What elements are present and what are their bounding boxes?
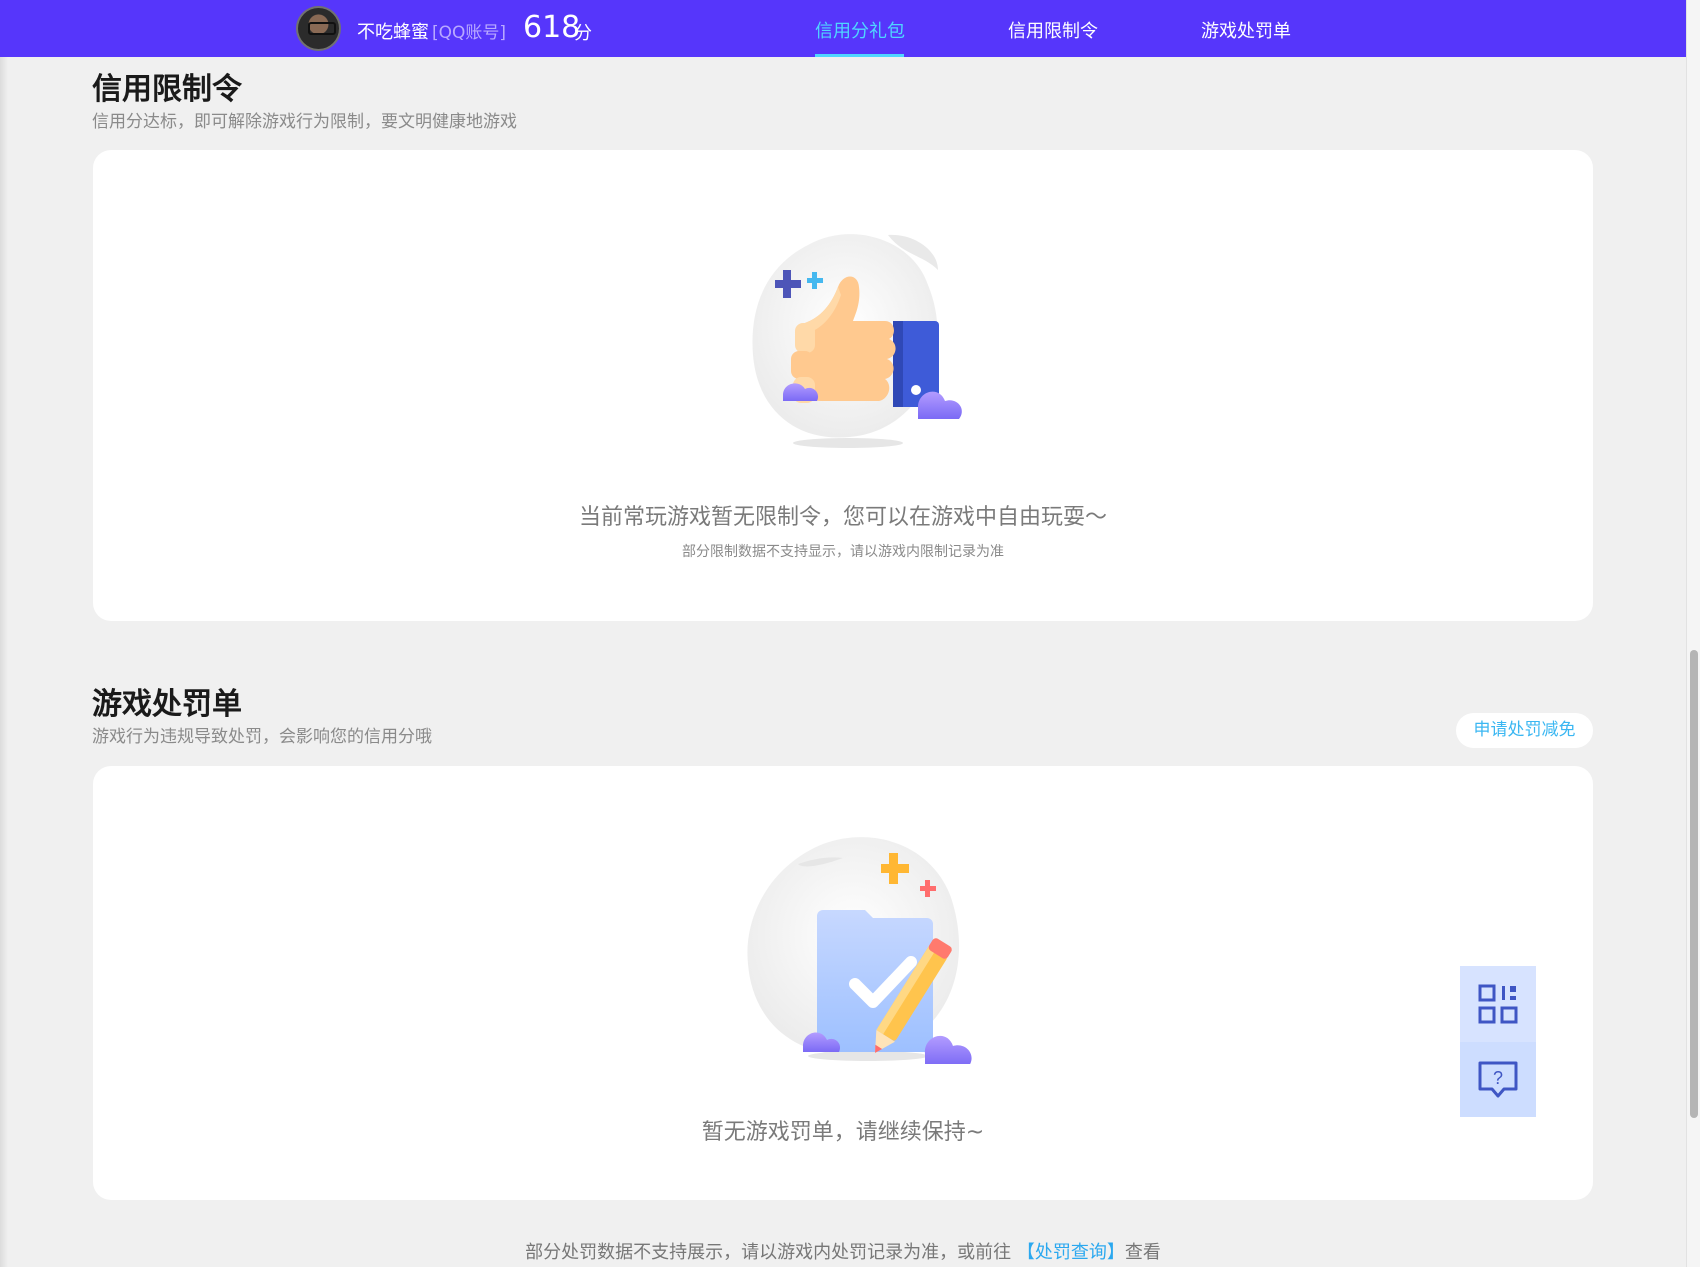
scrollbar-thumb[interactable] [1690, 650, 1698, 1118]
thumbs-up-icon [752, 234, 962, 448]
apply-penalty-reduction-button[interactable]: 申请处罚减免 [1456, 713, 1593, 748]
footer-note-suffix: 查看 [1124, 1242, 1161, 1263]
vertical-scrollbar[interactable] [1686, 0, 1700, 1267]
username: 不吃蜂蜜 [357, 22, 429, 43]
checklist-pencil-icon [747, 837, 972, 1064]
top-nav-bar: 不吃蜂蜜 [QQ账号] 618 分 信用分礼包 信用限制令 游戏处罚单 [0, 0, 1686, 57]
restriction-card: 当前常玩游戏暂无限制令，您可以在游戏中自由玩耍～ 部分限制数据不支持显示，请以游… [93, 150, 1593, 621]
footer-note-text: 部分处罚数据不支持展示，请以游戏内处罚记录为准，或前往 [525, 1242, 1017, 1263]
qr-code-button[interactable] [1460, 966, 1536, 1041]
restriction-empty-note: 部分限制数据不支持显示，请以游戏内限制记录为准 [682, 544, 1004, 560]
active-tab-indicator [815, 54, 904, 57]
qr-code-icon [1478, 984, 1518, 1023]
restriction-section-title: 信用限制令 [92, 72, 242, 107]
penalty-query-link[interactable]: 【处罚查询】 [1017, 1242, 1125, 1263]
penalty-section-title: 游戏处罚单 [92, 687, 242, 722]
tab-credit-gift[interactable]: 信用分礼包 [815, 17, 905, 43]
floating-side-tools: ? [1460, 966, 1536, 1117]
restriction-section-subtitle: 信用分达标，即可解除游戏行为限制，要文明健康地游戏 [92, 112, 517, 132]
credit-score-unit: 分 [574, 23, 592, 44]
credit-score: 618 [523, 10, 581, 45]
penalty-card: 暂无游戏罚单，请继续保持~ [93, 766, 1593, 1200]
penalty-footer-note: 部分处罚数据不支持展示，请以游戏内处罚记录为准，或前往 【处罚查询】查看 [0, 1238, 1686, 1264]
restriction-empty-message: 当前常玩游戏暂无限制令，您可以在游戏中自由玩耍～ [578, 505, 1107, 530]
page-edge-shadow [0, 57, 8, 1267]
help-feedback-button[interactable]: ? [1460, 1042, 1536, 1117]
penalty-empty-message: 暂无游戏罚单，请继续保持~ [701, 1120, 985, 1145]
avatar[interactable] [296, 6, 341, 51]
tab-credit-restriction[interactable]: 信用限制令 [1008, 17, 1098, 43]
help-chat-icon: ? [1478, 1061, 1518, 1097]
tab-game-penalty[interactable]: 游戏处罚单 [1201, 17, 1291, 43]
svg-text:?: ? [1493, 1068, 1503, 1088]
penalty-section-subtitle: 游戏行为违规导致处罚，会影响您的信用分哦 [92, 727, 432, 747]
account-type-tag: [QQ账号] [432, 23, 507, 43]
